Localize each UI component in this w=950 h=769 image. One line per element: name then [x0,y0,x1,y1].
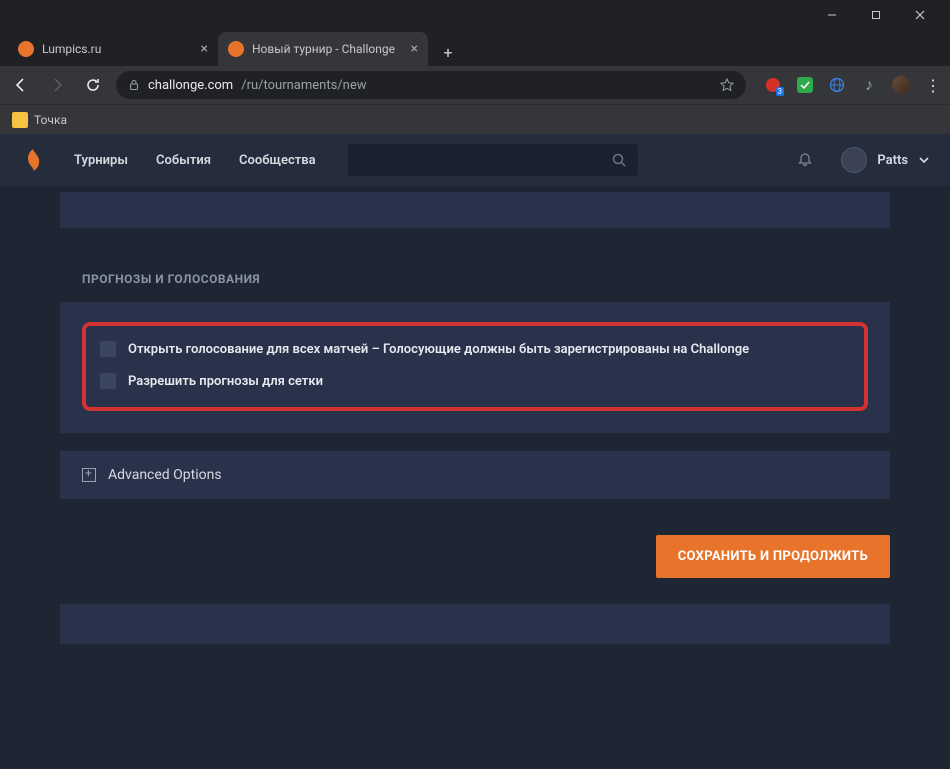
close-tab-icon[interactable]: × [411,41,418,57]
advanced-options-toggle[interactable]: Advanced Options [60,451,890,499]
forward-button[interactable] [44,72,70,98]
notifications-icon[interactable] [797,152,813,168]
challonge-logo[interactable] [20,147,46,173]
tab-strip: Lumpics.ru × Новый турнир - Challonge × … [0,30,950,66]
minimize-button[interactable] [810,0,854,30]
back-button[interactable] [8,72,34,98]
extension-icons: 3 ♪ ⋮ [764,76,942,94]
tab-title: Lumpics.ru [42,42,101,56]
favicon-challonge [228,41,244,57]
nav-tournaments[interactable]: Турниры [74,153,128,168]
nav-communities[interactable]: Сообщества [239,153,316,168]
section-title-predictions: ПРОГНОЗЫ И ГОЛОСОВАНИЯ [60,246,890,302]
checkbox-label: Разрешить прогнозы для сетки [128,372,323,392]
browser-tab-lumpics[interactable]: Lumpics.ru × [8,32,218,66]
reload-button[interactable] [80,72,106,98]
bookmark-item[interactable]: Точка [34,113,67,127]
option-row-predictions: Разрешить прогнозы для сетки [100,372,850,392]
ext-green-icon[interactable] [796,76,814,94]
expand-icon [82,468,96,482]
close-tab-icon[interactable]: × [201,41,208,57]
save-continue-button[interactable]: СОХРАНИТЬ И ПРОДОЛЖИТЬ [656,535,890,578]
option-row-voting: Открыть голосование для всех матчей – Го… [100,340,850,360]
nav-events[interactable]: События [156,153,211,168]
checkbox-allow-predictions[interactable] [100,373,116,389]
window-titlebar [0,0,950,30]
highlighted-options: Открыть голосование для всех матчей – Го… [82,322,868,411]
page-content: Турниры События Сообщества Patts ПРОГНОЗ… [0,134,950,769]
url-field[interactable]: challonge.com/ru/tournaments/new [116,71,746,99]
panel-stub-bottom [60,604,890,644]
main-column: ПРОГНОЗЫ И ГОЛОСОВАНИЯ Открыть голосован… [60,192,890,644]
checkbox-label: Открыть голосование для всех матчей – Го… [128,340,749,360]
site-nav: Турниры События Сообщества Patts [0,134,950,186]
checkbox-open-voting[interactable] [100,341,116,357]
ext-badge-icon[interactable]: 3 [764,76,782,94]
lock-icon [128,79,140,91]
media-icon[interactable]: ♪ [860,76,878,94]
chevron-down-icon [918,154,930,166]
maximize-button[interactable] [854,0,898,30]
search-icon [612,153,626,167]
predictions-panel: Открыть голосование для всех матчей – Го… [60,302,890,433]
close-window-button[interactable] [898,0,942,30]
tab-title: Новый турнир - Challonge [252,42,395,56]
new-tab-button[interactable]: + [434,38,462,66]
ext-globe-icon[interactable] [828,76,846,94]
username: Patts [877,153,908,168]
kebab-menu-icon[interactable]: ⋮ [924,76,942,94]
site-search[interactable] [348,144,638,176]
profile-avatar-icon[interactable] [892,76,910,94]
star-icon[interactable] [720,78,734,92]
advanced-options-label: Advanced Options [108,467,222,483]
url-path: /ru/tournaments/new [241,78,366,93]
save-row: СОХРАНИТЬ И ПРОДОЛЖИТЬ [60,499,890,604]
panel-stub-top [60,192,890,228]
user-menu[interactable]: Patts [841,147,930,173]
bookmarks-bar: Точка [0,104,950,134]
browser-tab-challonge[interactable]: Новый турнир - Challonge × [218,32,428,66]
user-avatar [841,147,867,173]
url-domain: challonge.com [148,78,233,93]
favicon-lumpics [18,41,34,57]
bookmark-folder-icon [12,112,28,128]
address-bar: challonge.com/ru/tournaments/new 3 ♪ ⋮ [0,66,950,104]
